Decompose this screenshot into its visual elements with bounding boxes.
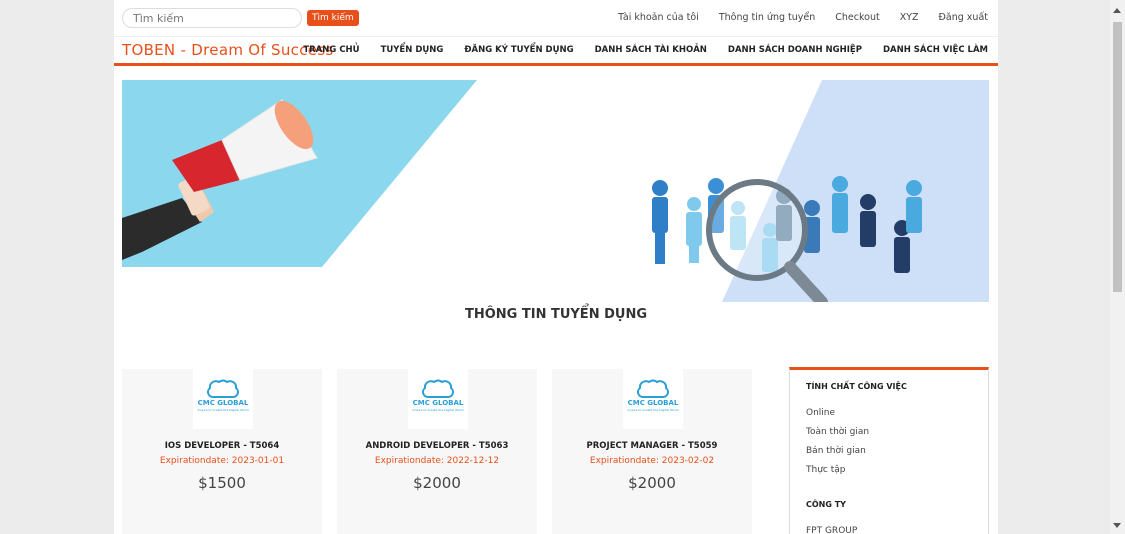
main-navbar: TOBEN - Dream Of Success TRANG CHỦ TUYỂN… (114, 36, 998, 66)
hero-illustration (122, 80, 989, 302)
salary: $2000 (628, 474, 676, 492)
filter-company-fpt[interactable]: FPT GROUP (806, 526, 857, 534)
vertical-scrollbar[interactable] (1110, 0, 1125, 534)
search-button[interactable]: Tìm kiếm (307, 10, 359, 26)
svg-text:Inspire to Create the Digital: Inspire to Create the Digital World (412, 408, 463, 412)
filter-full-time[interactable]: Toàn thời gian (806, 427, 869, 437)
cmc-global-logo-icon: CMC GLOBAL Inspire to Create the Digital… (627, 379, 679, 412)
company-logo: CMC GLOBAL Inspire to Create the Digital… (408, 369, 468, 429)
svg-text:CMC GLOBAL: CMC GLOBAL (198, 399, 249, 407)
scroll-thumb[interactable] (1113, 22, 1122, 292)
company-logo: CMC GLOBAL Inspire to Create the Digital… (623, 369, 683, 429)
job-title[interactable]: ANDROID DEVELOPER - T5063 (337, 441, 537, 451)
svg-text:Inspire to Create the Digital: Inspire to Create the Digital World (627, 408, 678, 412)
nav-recruitment[interactable]: TUYỂN DỤNG (360, 45, 444, 55)
filter-online[interactable]: Online (806, 408, 835, 418)
user-name-link[interactable]: XYZ (890, 12, 929, 23)
expiration-date: Expirationdate: 2022-12-12 (374, 456, 500, 466)
cmc-global-logo-icon: CMC GLOBAL Inspire to Create the Digital… (197, 379, 249, 412)
svg-text:CMC GLOBAL: CMC GLOBAL (413, 399, 464, 407)
nav-account-list[interactable]: DANH SÁCH TÀI KHOẢN (574, 45, 707, 55)
nav-company-list[interactable]: DANH SÁCH DOANH NGHIỆP (707, 45, 862, 55)
nav-home[interactable]: TRANG CHỦ (282, 45, 359, 55)
job-card[interactable]: CMC GLOBAL Inspire to Create the Digital… (122, 369, 322, 534)
scroll-down-arrow-icon[interactable] (1113, 523, 1121, 528)
scroll-up-arrow-icon[interactable] (1113, 8, 1121, 13)
salary: $1500 (198, 474, 246, 492)
filter-sidebar: TÍNH CHẤT CÔNG VIỆC Online Toàn thời gia… (789, 367, 989, 534)
svg-text:CMC GLOBAL: CMC GLOBAL (628, 399, 679, 407)
expiration-date: Expirationdate: 2023-01-01 (159, 456, 285, 466)
cmc-global-logo-icon: CMC GLOBAL Inspire to Create the Digital… (412, 379, 464, 412)
job-type-heading: TÍNH CHẤT CÔNG VIỆC (806, 382, 907, 391)
company-heading: CÔNG TY (806, 500, 846, 509)
company-logo: CMC GLOBAL Inspire to Create the Digital… (193, 369, 253, 429)
job-card[interactable]: CMC GLOBAL Inspire to Create the Digital… (337, 369, 537, 534)
top-bar: Tìm kiếm Tài khoản của tôi Thông tin ứng… (114, 0, 998, 36)
hero-banner (122, 80, 989, 302)
filter-internship[interactable]: Thực tập (806, 465, 845, 475)
job-card[interactable]: CMC GLOBAL Inspire to Create the Digital… (552, 369, 752, 534)
job-title[interactable]: PROJECT MANAGER - T5059 (552, 441, 752, 451)
filter-part-time[interactable]: Bán thời gian (806, 446, 866, 456)
svg-text:Inspire to Create the Digital: Inspire to Create the Digital World (197, 408, 248, 412)
job-title[interactable]: IOS DEVELOPER - T5064 (122, 441, 322, 451)
my-account-link[interactable]: Tài khoản của tôi (608, 12, 709, 23)
page-container: Tìm kiếm Tài khoản của tôi Thông tin ứng… (114, 0, 998, 534)
nav-register-recruitment[interactable]: ĐĂNG KÝ TUYỂN DỤNG (443, 45, 573, 55)
nav-job-list[interactable]: DANH SÁCH VIỆC LÀM (862, 45, 988, 55)
application-info-link[interactable]: Thông tin ứng tuyển (709, 12, 825, 23)
checkout-link[interactable]: Checkout (825, 12, 889, 23)
salary: $2000 (413, 474, 461, 492)
account-links: Tài khoản của tôi Thông tin ứng tuyển Ch… (608, 12, 988, 23)
main-nav: TRANG CHỦ TUYỂN DỤNG ĐĂNG KÝ TUYỂN DỤNG … (282, 45, 988, 55)
expiration-date: Expirationdate: 2023-02-02 (589, 456, 715, 466)
section-title: THÔNG TIN TUYỂN DỤNG (464, 307, 647, 322)
logout-link[interactable]: Đăng xuất (929, 12, 988, 23)
search-input[interactable] (122, 8, 302, 28)
